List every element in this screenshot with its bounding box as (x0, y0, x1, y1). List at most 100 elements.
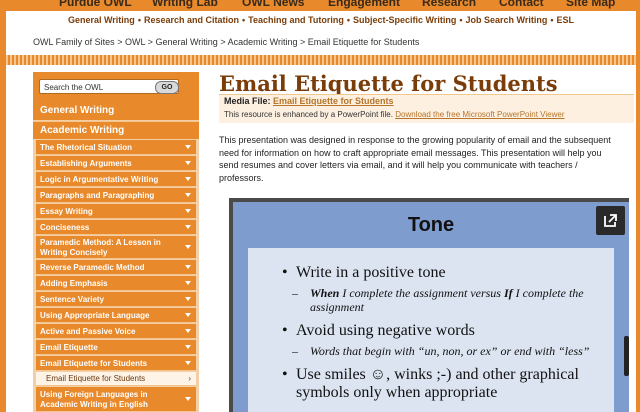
sidebar-item-label: Establishing Arguments (40, 159, 132, 168)
search-go-button[interactable]: GO (155, 81, 179, 94)
breadcrumb-owl[interactable]: OWL (125, 37, 145, 47)
sidebar-item-label: Email Etiquette for Students (46, 374, 146, 383)
search-box: Search the OWL GO (33, 72, 199, 102)
caret-down-icon (185, 161, 191, 165)
media-file-line: Media File: Email Etiquette for Students (224, 96, 394, 106)
caret-down-icon (185, 225, 191, 229)
powerpoint-note: This resource is enhanced by a PowerPoin… (224, 110, 564, 119)
media-file-label: Media File: (224, 96, 271, 106)
intro-paragraph: This presentation was designed in respon… (219, 135, 611, 183)
sidebar: Search the OWL GO General Writing Academ… (33, 72, 199, 412)
breadcrumb-sep: > (299, 37, 306, 47)
sub-nav-separator: • (550, 15, 554, 25)
top-nav-research[interactable]: Research (422, 0, 476, 9)
bullet-dot: • (282, 366, 288, 383)
slide-bullet: • Use smiles ☺, winks ;-) and other graph… (282, 366, 612, 402)
sub-nav-separator: • (137, 15, 141, 25)
slide-bullet-text: Use smiles ☺, winks ;-) and other graphi… (296, 366, 579, 401)
sub-nav-general-writing[interactable]: General Writing (68, 15, 135, 25)
slide-subbullet: – When I complete the assignment versus I… (282, 286, 612, 314)
caret-down-icon (185, 313, 191, 317)
sidebar-item-adding-emphasis[interactable]: Adding Emphasis (36, 276, 196, 291)
sidebar-item-establishing-arguments[interactable]: Establishing Arguments (36, 156, 196, 171)
sidebar-item-label: Sentence Variety (40, 295, 105, 304)
slide-subbullet-when: When (310, 286, 340, 300)
right-edge-bar (636, 0, 640, 412)
caret-down-icon (185, 281, 191, 285)
powerpoint-note-text: This resource is enhanced by a PowerPoin… (224, 110, 393, 119)
breadcrumb-current: Email Etiquette for Students (307, 37, 420, 47)
slide-bullet: • Write in a positive tone (282, 264, 612, 282)
expand-icon[interactable] (596, 206, 625, 235)
bullet-dot: • (282, 322, 288, 339)
caret-down-icon (185, 297, 191, 301)
slide-bullet: • Avoid using negative words (282, 322, 612, 340)
slide-bullet-text: Write in a positive tone (296, 264, 446, 281)
breadcrumb-sep: > (220, 37, 226, 47)
top-nav-purdue-owl[interactable]: Purdue OWL (59, 0, 132, 9)
sidebar-item-label: Email Etiquette for Students (40, 359, 148, 368)
sidebar-item-essay-writing[interactable]: Essay Writing (36, 204, 196, 219)
slide-scrollbar[interactable] (624, 336, 629, 376)
sidebar-item-sentence-variety[interactable]: Sentence Variety (36, 292, 196, 307)
top-nav-writing-lab[interactable]: Writing Lab (152, 0, 218, 9)
breadcrumb-owl-family[interactable]: OWL Family of Sites (33, 37, 115, 47)
breadcrumb-sep: > (117, 37, 123, 47)
sub-nav-research-citation[interactable]: Research and Citation (144, 15, 239, 25)
sidebar-item-logic[interactable]: Logic in Argumentative Writing (36, 172, 196, 187)
sidebar-item-paragraphs[interactable]: Paragraphs and Paragraphing (36, 188, 196, 203)
sidebar-item-label: The Rhetorical Situation (40, 143, 133, 152)
sidebar-item-conciseness[interactable]: Conciseness (36, 220, 196, 235)
sub-nav-separator: • (346, 15, 350, 25)
caret-down-icon (185, 177, 191, 181)
slide-content-panel: • Write in a positive tone – When I comple… (248, 248, 614, 412)
sidebar-item-paramedic-method[interactable]: Paramedic Method: A Lesson in Writing Co… (36, 236, 196, 259)
slide-subbullet-text: I complete the assignment versus (339, 286, 504, 300)
sidebar-item-email-etiquette[interactable]: Email Etiquette (36, 340, 196, 355)
sub-nav-job-search[interactable]: Job Search Writing (466, 15, 548, 25)
sidebar-item-active-passive[interactable]: Active and Passive Voice (36, 324, 196, 339)
slide-bullets: • Write in a positive tone – When I comple… (282, 264, 612, 406)
sidebar-section-academic-writing[interactable]: Academic Writing (33, 121, 199, 139)
top-nav-owl-news[interactable]: OWL News (242, 0, 304, 9)
download-viewer-link[interactable]: Download the free Microsoft PowerPoint V… (395, 110, 564, 119)
sidebar-item-rhetorical-situation[interactable]: The Rhetorical Situation (36, 140, 196, 155)
decorative-stripe (6, 55, 636, 65)
sub-nav-subject-specific[interactable]: Subject-Specific Writing (353, 15, 456, 25)
breadcrumb-general-writing[interactable]: General Writing (155, 37, 217, 47)
sidebar-item-label: Conciseness (40, 223, 90, 232)
sidebar-item-label: Paragraphs and Paragraphing (40, 191, 155, 200)
slide-bullet-text: Avoid using negative words (296, 322, 475, 339)
sidebar-item-label: Adding Emphasis (40, 279, 108, 288)
bullet-dash: – (292, 344, 298, 358)
sidebar-section-general-writing[interactable]: General Writing (33, 102, 199, 120)
slide-title: Tone (407, 214, 455, 236)
top-nav-engagement[interactable]: Engagement (328, 0, 400, 9)
caret-down-icon (185, 329, 191, 333)
sidebar-item-foreign-languages[interactable]: Using Foreign Languages in Academic Writ… (36, 387, 196, 412)
top-nav-contact[interactable]: Contact (499, 0, 544, 9)
sidebar-item-label: Paramedic Method: A Lesson in Writing Co… (40, 238, 161, 257)
chevron-right-icon: › (188, 374, 191, 383)
sub-nav-esl[interactable]: ESL (557, 15, 575, 25)
sidebar-subitem-email-etiquette-students[interactable]: Email Etiquette for Students › (36, 372, 196, 386)
sidebar-item-appropriate-language[interactable]: Using Appropriate Language (36, 308, 196, 323)
top-nav-site-map[interactable]: Site Map (566, 0, 615, 9)
sidebar-item-label: Email Etiquette (40, 343, 98, 352)
slide-subbullet-if: If (503, 286, 513, 300)
caret-down-icon (185, 397, 191, 401)
page-title: Email Etiquette for Students (219, 71, 558, 96)
breadcrumb: OWL Family of Sites > OWL > General Writ… (33, 37, 419, 47)
caret-down-icon (185, 361, 191, 365)
slide-viewer[interactable]: Tone • Write in a positive tone – When I c… (229, 198, 629, 412)
sidebar-item-reverse-paramedic[interactable]: Reverse Paramedic Method (36, 260, 196, 275)
breadcrumb-academic-writing[interactable]: Academic Writing (228, 37, 298, 47)
sidebar-item-label: Logic in Argumentative Writing (40, 175, 159, 184)
sidebar-item-label: Using Foreign Languages in Academic Writ… (40, 390, 148, 409)
sidebar-item-email-etiquette-students[interactable]: Email Etiquette for Students (36, 356, 196, 371)
caret-down-icon (185, 145, 191, 149)
media-file-link[interactable]: Email Etiquette for Students (273, 96, 394, 106)
sub-nav-separator: • (459, 15, 463, 25)
caret-down-icon (185, 245, 191, 249)
sub-nav-teaching-tutoring[interactable]: Teaching and Tutoring (248, 15, 344, 25)
